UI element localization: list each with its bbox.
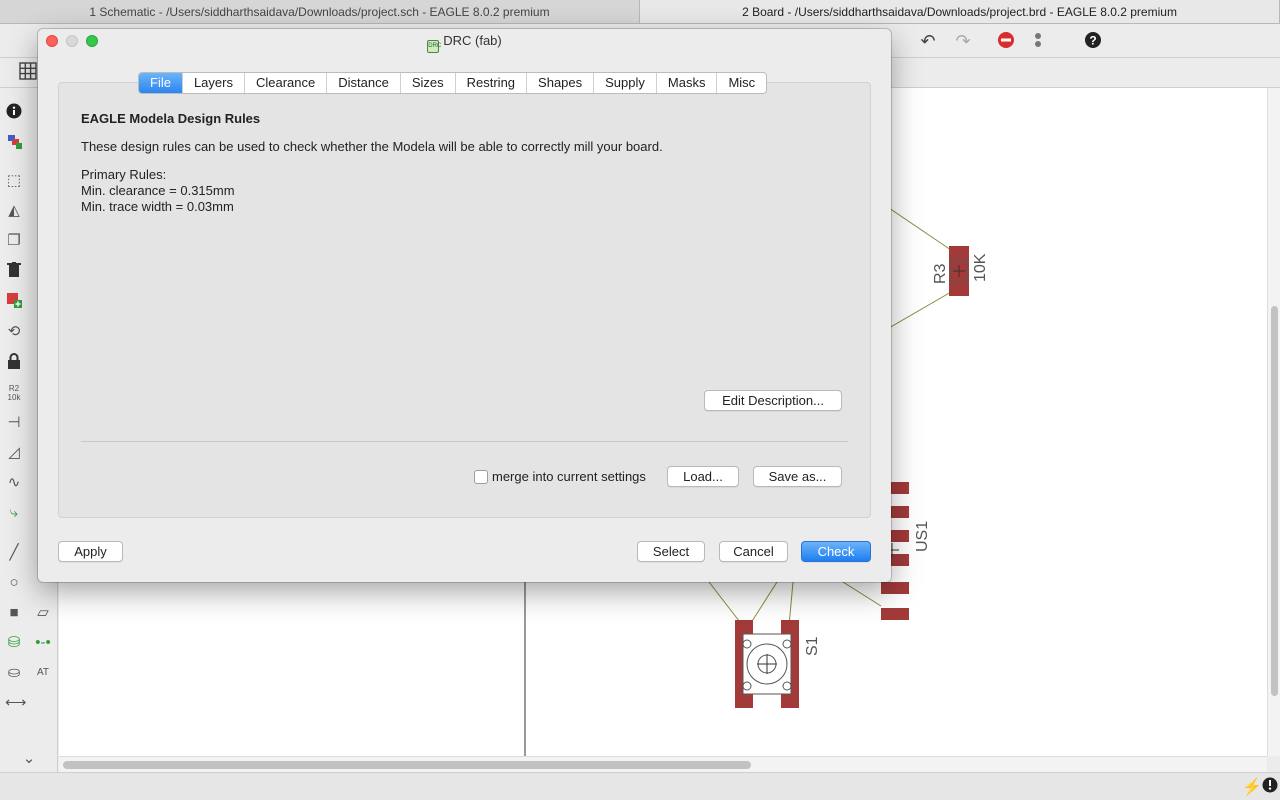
- undo-icon[interactable]: ↶: [918, 31, 938, 51]
- miter-icon[interactable]: ◿: [5, 444, 23, 462]
- window-tab-board[interactable]: 2 Board - /Users/siddharthsaidava/Downlo…: [640, 0, 1280, 23]
- primary-rules-label: Primary Rules:: [81, 167, 167, 182]
- redo-icon[interactable]: ↷: [953, 31, 973, 51]
- apply-button[interactable]: Apply: [58, 541, 123, 562]
- lock-icon[interactable]: [5, 353, 23, 371]
- merge-checkbox-label[interactable]: merge into current settings: [492, 469, 646, 484]
- vertical-scrollbar[interactable]: [1267, 88, 1280, 756]
- window-tab-bar: 1 Schematic - /Users/siddharthsaidava/Do…: [0, 0, 1280, 24]
- layer-settings-icon[interactable]: [6, 134, 24, 152]
- mirror-icon[interactable]: ◭: [5, 202, 23, 220]
- divider: [81, 441, 848, 442]
- s1-component: [735, 620, 799, 708]
- expand-palette-icon[interactable]: ⌄: [20, 750, 38, 768]
- circle-icon[interactable]: ○: [5, 574, 23, 592]
- tab-file[interactable]: File: [139, 73, 183, 93]
- rectangle-icon[interactable]: ■: [5, 604, 23, 622]
- min-trace-width-rule: Min. trace width = 0.03mm: [81, 199, 234, 214]
- r3-label: R3: [932, 263, 949, 284]
- hole-icon[interactable]: ⛀: [5, 664, 23, 682]
- via-icon[interactable]: ⛁: [5, 634, 23, 652]
- svg-text:?: ?: [1089, 34, 1096, 48]
- delete-icon[interactable]: [5, 262, 23, 280]
- info-icon[interactable]: [5, 103, 23, 121]
- save-as-button[interactable]: Save as...: [753, 466, 842, 487]
- dimension-icon[interactable]: ⟷: [5, 694, 27, 712]
- horizontal-scroll-thumb[interactable]: [63, 761, 751, 769]
- merge-checkbox[interactable]: [474, 470, 488, 484]
- rules-heading: EAGLE Modela Design Rules: [81, 111, 261, 126]
- load-button[interactable]: Load...: [667, 466, 739, 487]
- s1-label: S1: [804, 636, 821, 656]
- check-button[interactable]: Check: [801, 541, 871, 562]
- horizontal-scrollbar[interactable]: [59, 756, 1267, 772]
- primary-rules: Primary Rules: Min. clearance = 0.315mm …: [81, 167, 235, 215]
- dialog-title-bar: DRC DRC (fab): [38, 29, 891, 53]
- stop-icon[interactable]: [996, 31, 1016, 51]
- drc-icon: DRC: [427, 40, 441, 53]
- meander-icon[interactable]: ∿: [5, 474, 23, 492]
- status-bar: ⚡: [0, 772, 1280, 800]
- tab-clearance[interactable]: Clearance: [245, 73, 328, 93]
- drc-dialog: DRC DRC (fab) File Layers Clearance Dista…: [38, 29, 891, 582]
- window-tab-schematic[interactable]: 1 Schematic - /Users/siddharthsaidava/Do…: [0, 0, 640, 23]
- add-part-icon[interactable]: [5, 292, 23, 310]
- tab-shapes[interactable]: Shapes: [527, 73, 595, 93]
- wire-icon[interactable]: ╱: [5, 544, 23, 562]
- tab-masks[interactable]: Masks: [657, 73, 718, 93]
- drc-tab-bar: File Layers Clearance Distance Sizes Res…: [138, 72, 768, 94]
- r3-component: [949, 246, 969, 296]
- tab-layers[interactable]: Layers: [183, 73, 245, 93]
- select-icon[interactable]: ⬚: [5, 172, 23, 190]
- edit-description-button[interactable]: Edit Description...: [704, 390, 842, 411]
- power-icon: ⚡: [1242, 779, 1262, 796]
- tab-restring[interactable]: Restring: [456, 73, 528, 93]
- route-icon[interactable]: ⤷: [5, 504, 23, 522]
- move-icon[interactable]: ⊣: [5, 414, 23, 432]
- polygon-icon[interactable]: ▱: [34, 604, 52, 622]
- tab-sizes[interactable]: Sizes: [401, 73, 456, 93]
- more-options-icon[interactable]: [1028, 31, 1048, 51]
- us1-label: US1: [914, 521, 931, 552]
- tab-distance[interactable]: Distance: [327, 73, 401, 93]
- min-clearance-rule: Min. clearance = 0.315mm: [81, 183, 235, 198]
- tab-supply[interactable]: Supply: [594, 73, 657, 93]
- value-icon[interactable]: R2 10k: [5, 384, 23, 402]
- tab-misc[interactable]: Misc: [717, 73, 766, 93]
- replace-icon[interactable]: ⟲: [5, 323, 23, 341]
- warning-icon[interactable]: [1262, 777, 1278, 796]
- select-button[interactable]: Select: [637, 541, 705, 562]
- cancel-button[interactable]: Cancel: [719, 541, 788, 562]
- grid-icon[interactable]: [18, 62, 38, 82]
- ratsnest-icon[interactable]: •-•: [34, 634, 52, 652]
- dialog-title: DRC (fab): [443, 33, 502, 48]
- vertical-scroll-thumb[interactable]: [1271, 306, 1278, 696]
- attribute-icon[interactable]: AT: [34, 664, 52, 682]
- copy-icon[interactable]: ❐: [5, 232, 23, 250]
- r3-value-label: 10K: [972, 253, 989, 282]
- rules-description: These design rules can be used to check …: [81, 139, 663, 154]
- help-icon[interactable]: ?: [1083, 31, 1103, 51]
